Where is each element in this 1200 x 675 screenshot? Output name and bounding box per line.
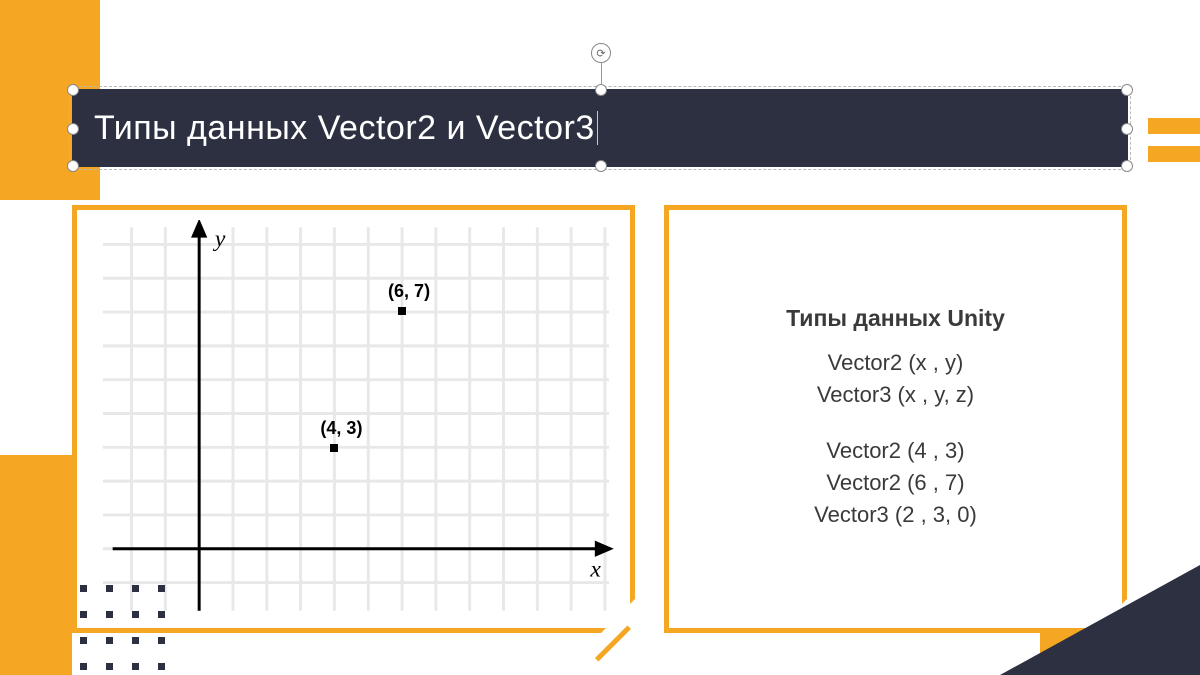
decor-dots bbox=[80, 585, 174, 675]
chart-point bbox=[398, 307, 406, 315]
decor-stripe bbox=[0, 146, 52, 162]
resize-handle[interactable] bbox=[1121, 84, 1133, 96]
info-line: Vector2 (6 , 7) bbox=[814, 470, 977, 496]
svg-text:y: y bbox=[213, 226, 226, 252]
info-line: Vector3 (2 , 3, 0) bbox=[814, 502, 977, 528]
slide-canvas: { "title": "Типы данных Vector2 и Vector… bbox=[0, 0, 1200, 675]
svg-text:x: x bbox=[589, 556, 601, 582]
resize-handle[interactable] bbox=[1121, 160, 1133, 172]
decor-stripe bbox=[1148, 146, 1200, 162]
chart-point bbox=[330, 444, 338, 452]
rotate-handle-icon[interactable]: ⟳ bbox=[591, 43, 611, 63]
chart-point-label: (4, 3) bbox=[320, 418, 362, 439]
resize-handle[interactable] bbox=[595, 160, 607, 172]
coordinate-chart: y x (4, 3) (6, 7) bbox=[93, 220, 614, 618]
info-heading: Типы данных Unity bbox=[786, 305, 1005, 332]
resize-handle[interactable] bbox=[67, 123, 79, 135]
text-cursor-icon bbox=[597, 111, 598, 145]
decor-stripe bbox=[0, 118, 52, 134]
resize-handle[interactable] bbox=[67, 84, 79, 96]
chart-point-label: (6, 7) bbox=[388, 281, 430, 302]
info-line: Vector2 (x , y) bbox=[814, 350, 977, 376]
resize-handle[interactable] bbox=[1121, 123, 1133, 135]
info-line bbox=[814, 414, 977, 432]
resize-handle[interactable] bbox=[595, 84, 607, 96]
resize-handle[interactable] bbox=[67, 160, 79, 172]
chart-panel: y x (4, 3) (6, 7) bbox=[72, 205, 635, 633]
decor-stripe bbox=[1148, 118, 1200, 134]
slide-title[interactable]: Типы данных Vector2 и Vector3 bbox=[94, 109, 595, 148]
info-line: Vector3 (x , y, z) bbox=[814, 382, 977, 408]
decor-wedge bbox=[1000, 565, 1200, 675]
info-line: Vector2 (4 , 3) bbox=[814, 438, 977, 464]
decor-block bbox=[0, 455, 72, 675]
title-textbox[interactable]: ⟳ Типы данных Vector2 и Vector3 bbox=[72, 89, 1128, 167]
